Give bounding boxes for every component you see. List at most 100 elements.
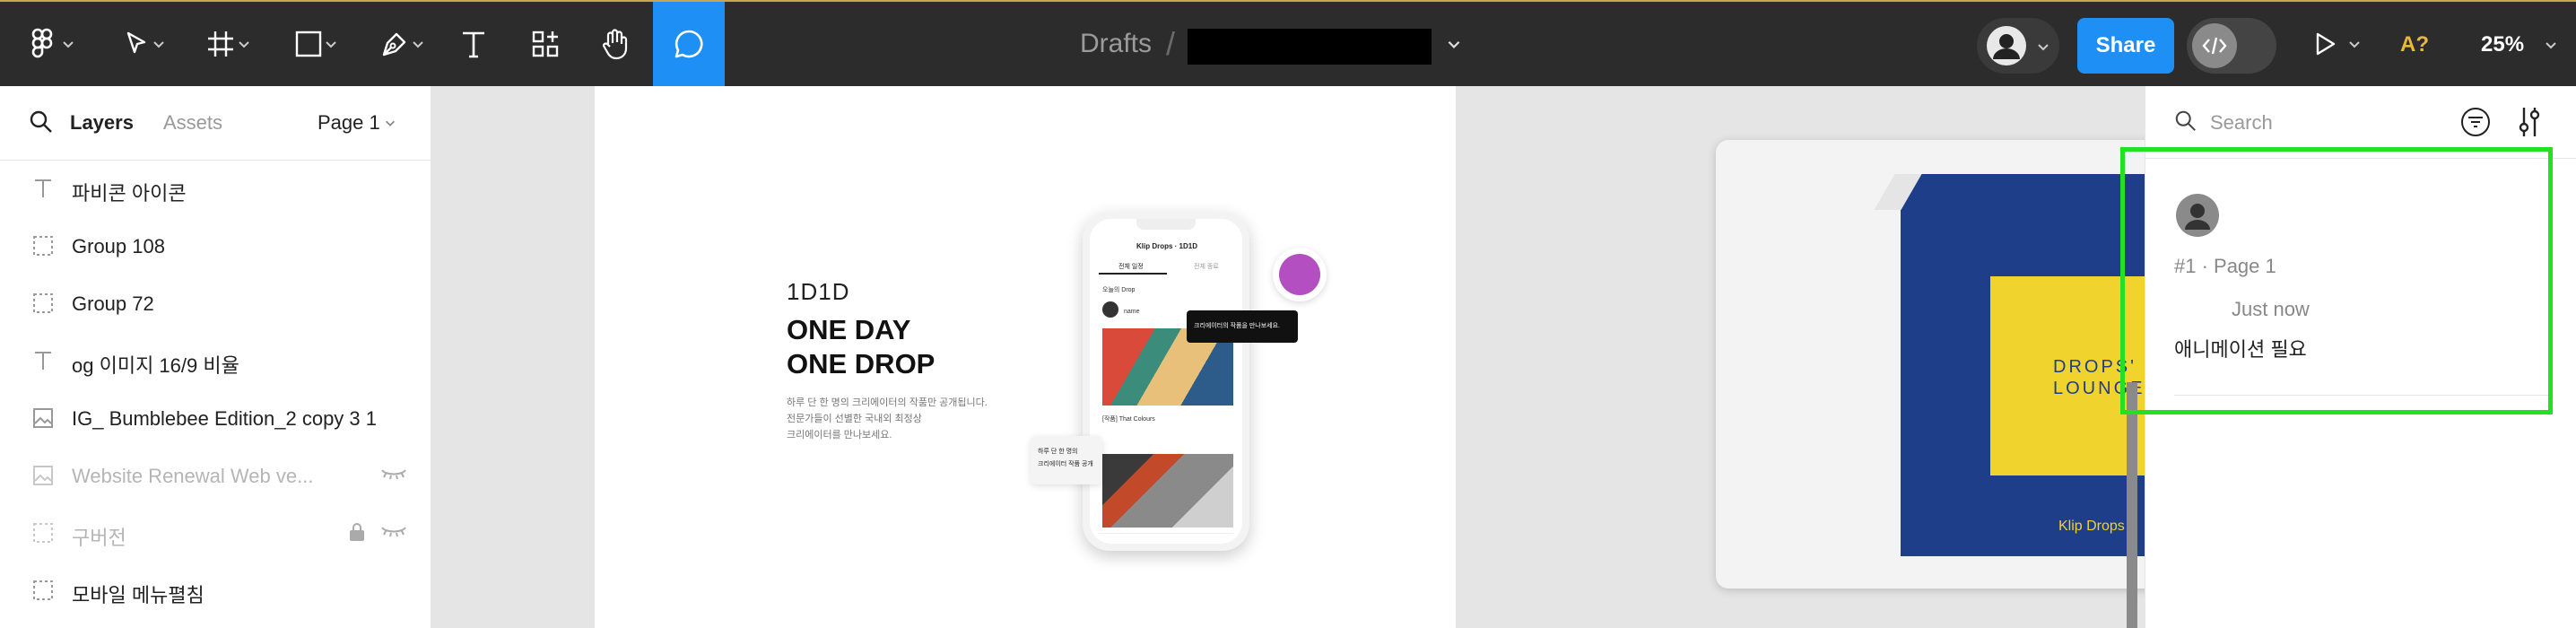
chevron-down-icon[interactable]: [2544, 38, 2558, 52]
code-brackets-icon: [2192, 23, 2237, 68]
breadcrumb-drafts[interactable]: Drafts: [1080, 29, 1152, 59]
share-button[interactable]: Share: [2077, 18, 2174, 74]
phone-screen: Klip Drops · 1D1D 전체 일정 전체 종료 오늘의 Drop n…: [1090, 219, 1242, 544]
frame-icon: [30, 233, 56, 258]
settings-sliders-icon[interactable]: [2515, 104, 2544, 140]
resources-button[interactable]: [526, 2, 565, 86]
canvas-scrollbar[interactable]: [2127, 382, 2137, 628]
toolbar: Drafts / Share A? 25%: [0, 0, 2576, 86]
dev-mode-toggle[interactable]: [2187, 18, 2276, 74]
tab-layers[interactable]: Layers: [70, 111, 134, 135]
layer-item[interactable]: 모바일 메뉴펼침: [0, 562, 431, 619]
layer-item[interactable]: IG_ Bumblebee Edition_2 copy 3 1: [0, 389, 431, 447]
chevron-down-icon: [153, 41, 164, 48]
hero-body-1: 하루 단 한 명의 크리에이터의 작품만 공개됩니다.: [787, 397, 988, 408]
filter-icon[interactable]: [2459, 106, 2492, 138]
phone-bubble-line-1: 하루 단 한 명의: [1038, 449, 1078, 455]
phone-notch: [1136, 219, 1196, 230]
frame-icon: [30, 520, 56, 545]
highlight-box: [2120, 147, 2553, 414]
pen-icon: [382, 32, 406, 57]
phone-mockup: Klip Drops · 1D1D 전체 일정 전체 종료 오늘의 Drop n…: [1083, 212, 1249, 551]
lock-icon[interactable]: [348, 522, 366, 547]
breadcrumb-separator: /: [1166, 25, 1176, 62]
present-button[interactable]: [2305, 2, 2368, 86]
layer-item[interactable]: Website Renewal Web ve...: [0, 447, 431, 504]
phone-tooltip: 크리에이터의 작품을 만나보세요.: [1187, 310, 1298, 343]
shape-tool-button[interactable]: [282, 2, 350, 86]
comments-search-input[interactable]: Search: [2210, 111, 2273, 135]
layer-label: Website Renewal Web ve...: [72, 465, 314, 487]
hidden-eye-icon[interactable]: [380, 522, 407, 545]
phone-tooltip-text: 크리에이터의 작품을 만나보세요.: [1194, 323, 1280, 329]
text-tool-icon: [463, 31, 484, 58]
hero-headline-2: ONE DROP: [787, 348, 936, 379]
chevron-down-icon: [326, 41, 336, 48]
phone-bubble: 하루 단 한 명의 크리에이터 작품 공개: [1031, 436, 1102, 484]
text-tool-button[interactable]: [454, 2, 493, 86]
search-icon: [2175, 110, 2196, 131]
layer-item[interactable]: Group 108: [0, 217, 431, 275]
image-icon: [30, 463, 56, 488]
design-canvas[interactable]: 1D1D ONE DAY ONE DROP 하루 단 한 명의 크리에이터의 작…: [431, 86, 2145, 628]
phone-today-drop: 오늘의 Drop: [1102, 287, 1136, 293]
purple-dot-wrapper: [1273, 248, 1327, 301]
artwork-image-2: [1102, 454, 1233, 528]
move-tool-button[interactable]: [109, 2, 178, 86]
main-menu-button[interactable]: [25, 2, 75, 86]
image-icon: [30, 406, 56, 431]
drops-brand: Klip Drops: [2058, 519, 2125, 534]
layer-item[interactable]: Group 72: [0, 275, 431, 332]
chevron-down-icon[interactable]: [384, 117, 396, 129]
chevron-down-icon: [2349, 41, 2360, 48]
layer-label: 모바일 메뉴펼침: [72, 584, 205, 606]
pen-tool-button[interactable]: [368, 2, 436, 86]
cursor-icon: [126, 31, 146, 54]
file-menu-button[interactable]: [1440, 2, 1467, 86]
rectangle-icon: [295, 31, 322, 57]
frame-icon: [30, 578, 56, 603]
phone-tab-all: 전체 일정: [1118, 264, 1144, 270]
landing-frame[interactable]: 1D1D ONE DAY ONE DROP 하루 단 한 명의 크리에이터의 작…: [595, 86, 1456, 628]
comment-tool-button[interactable]: [653, 2, 725, 86]
hero-brand: 1D1D: [787, 278, 850, 305]
multiplayer-avatar-button[interactable]: [1977, 18, 2059, 74]
phone-bubble-line-2: 크리에이터 작품 공개: [1038, 461, 1093, 467]
layer-item[interactable]: 파비콘 아이콘: [0, 160, 431, 217]
frame-tool-button[interactable]: [194, 2, 262, 86]
accessibility-check-button[interactable]: A?: [2400, 32, 2429, 57]
layer-label: og 이미지 16/9 비율: [72, 354, 239, 377]
hero-headline-1: ONE DAY: [787, 314, 911, 345]
file-name-redacted[interactable]: [1188, 29, 1432, 65]
chevron-down-icon: [1448, 40, 1460, 48]
artist-avatar: [1102, 301, 1118, 318]
layers-panel-header: Layers Assets Page 1: [0, 86, 431, 161]
text-icon: [30, 176, 56, 201]
layer-item[interactable]: 구버전: [0, 504, 431, 562]
layer-label: Group 72: [72, 292, 154, 315]
layer-label: 파비콘 아이콘: [72, 182, 187, 205]
chevron-down-icon: [239, 41, 249, 48]
comment-bubble-icon: [674, 30, 703, 58]
phone-tabbar: [1099, 533, 1233, 543]
hero-body-3: 크리에이터를 만나보세요.: [787, 430, 892, 440]
hand-tool-button[interactable]: [596, 2, 635, 86]
phone-item-title: [작품] That Colours: [1102, 416, 1155, 423]
components-icon: [532, 31, 559, 57]
hand-icon: [602, 29, 628, 60]
avatar-icon: [1987, 26, 2026, 65]
layer-label: IG_ Bumblebee Edition_2 copy 3 1: [72, 407, 378, 430]
tab-assets[interactable]: Assets: [163, 111, 222, 135]
layer-label: Group 108: [72, 235, 165, 257]
search-icon[interactable]: [29, 109, 54, 135]
phone-header: Klip Drops · 1D1D: [1136, 242, 1198, 250]
phone-tab-underline: [1099, 273, 1167, 275]
hero-body-2: 전문가들이 선별한 국내외 최정상: [787, 414, 922, 424]
frame-icon: [30, 291, 56, 316]
layer-item[interactable]: og 이미지 16/9 비율: [0, 332, 431, 389]
hidden-eye-icon[interactable]: [380, 465, 407, 488]
page-selector[interactable]: Page 1: [318, 111, 380, 135]
phone-artist-name: name: [1124, 309, 1140, 315]
zoom-level[interactable]: 25%: [2481, 32, 2524, 57]
chevron-down-icon: [2038, 44, 2049, 51]
